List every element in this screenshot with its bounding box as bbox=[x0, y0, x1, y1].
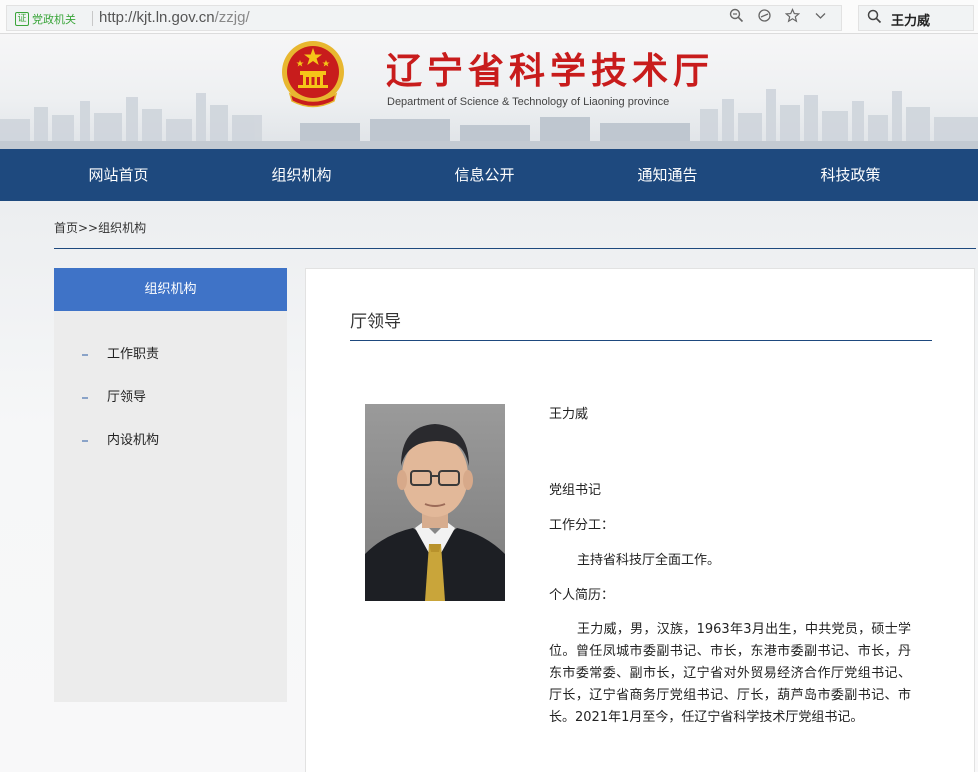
gov-site-badge[interactable]: 证 党政机关 bbox=[15, 11, 76, 27]
sidebar-heading: 组织机构 bbox=[54, 268, 287, 311]
bullet-dash-icon bbox=[82, 354, 88, 356]
sidebar: 组织机构 工作职责 厅领导 内设机构 bbox=[54, 268, 287, 702]
zoom-icon[interactable] bbox=[728, 8, 745, 27]
sidebar-menu: 工作职责 厅领导 内设机构 bbox=[54, 333, 287, 462]
sidebar-item-departments[interactable]: 内设机构 bbox=[54, 419, 287, 462]
duties-label: 工作分工： bbox=[549, 518, 615, 533]
url-path: /zzjg/ bbox=[214, 9, 250, 26]
url-host: http://kjt.ln.gov.cn bbox=[99, 9, 215, 26]
reader-icon[interactable] bbox=[756, 8, 773, 27]
bullet-dash-icon bbox=[82, 440, 88, 442]
nav-item-info-disclosure[interactable]: 信息公开 bbox=[393, 149, 576, 201]
site-header-banner: 辽宁省科学技术厅 Department of Science & Technol… bbox=[0, 34, 978, 149]
sidebar-item-label: 内设机构 bbox=[107, 433, 160, 448]
star-icon[interactable] bbox=[784, 8, 801, 27]
leader-post: 党组书记 bbox=[549, 483, 602, 498]
address-bar[interactable]: 证 党政机关 http://kjt.ln.gov.cn/zzjg/ bbox=[6, 5, 842, 31]
nav-item-home[interactable]: 网站首页 bbox=[27, 149, 210, 201]
chevron-down-icon[interactable] bbox=[812, 8, 829, 27]
duties-text: 主持省科技厅全面工作。 bbox=[577, 553, 721, 568]
address-bar-actions bbox=[728, 8, 829, 27]
browser-search-box[interactable]: 王力威 bbox=[858, 5, 974, 31]
site-subtitle: Department of Science & Technology of Li… bbox=[387, 96, 670, 108]
nav-item-notices[interactable]: 通知通告 bbox=[576, 149, 759, 201]
main-nav: 网站首页 组织机构 信息公开 通知通告 科技政策 bbox=[0, 149, 978, 201]
bullet-dash-icon bbox=[82, 397, 88, 399]
browser-toolbar: 证 党政机关 http://kjt.ln.gov.cn/zzjg/ 王力威 bbox=[0, 0, 978, 34]
sidebar-item-label: 工作职责 bbox=[107, 347, 160, 362]
resume-label: 个人简历： bbox=[549, 588, 615, 603]
sidebar-item-duties[interactable]: 工作职责 bbox=[54, 333, 287, 376]
url-text[interactable]: http://kjt.ln.gov.cn/zzjg/ bbox=[99, 9, 250, 26]
search-icon bbox=[867, 9, 882, 28]
search-query: 王力威 bbox=[891, 14, 931, 29]
content-panel: 厅领导 王力威 党组书记 工作分工： 主持省科技厅全面工作。 个人简历： 王力威… bbox=[305, 268, 975, 772]
site-title: 辽宁省科学技术厅 bbox=[386, 50, 715, 92]
breadcrumb-divider bbox=[54, 248, 976, 249]
breadcrumb[interactable]: 首页>>组织机构 bbox=[54, 219, 146, 236]
section-title: 厅领导 bbox=[350, 312, 401, 332]
resume-text: 王力威，男，汉族，1963年3月出生，中共党员，硕士学位。曾任凤城市委副书记、市… bbox=[549, 622, 911, 725]
gov-badge-label: 党政机关 bbox=[32, 13, 76, 26]
sidebar-item-leaders[interactable]: 厅领导 bbox=[54, 376, 287, 419]
leader-portrait-photo bbox=[365, 404, 505, 601]
address-divider bbox=[92, 11, 93, 26]
leader-name: 王力威 bbox=[549, 407, 589, 422]
nav-item-organization[interactable]: 组织机构 bbox=[210, 149, 393, 201]
national-emblem-logo bbox=[282, 41, 344, 108]
section-title-divider bbox=[350, 340, 932, 341]
cert-icon: 证 bbox=[15, 12, 29, 26]
sidebar-item-label: 厅领导 bbox=[107, 390, 147, 405]
nav-item-tech-policy[interactable]: 科技政策 bbox=[759, 149, 942, 201]
